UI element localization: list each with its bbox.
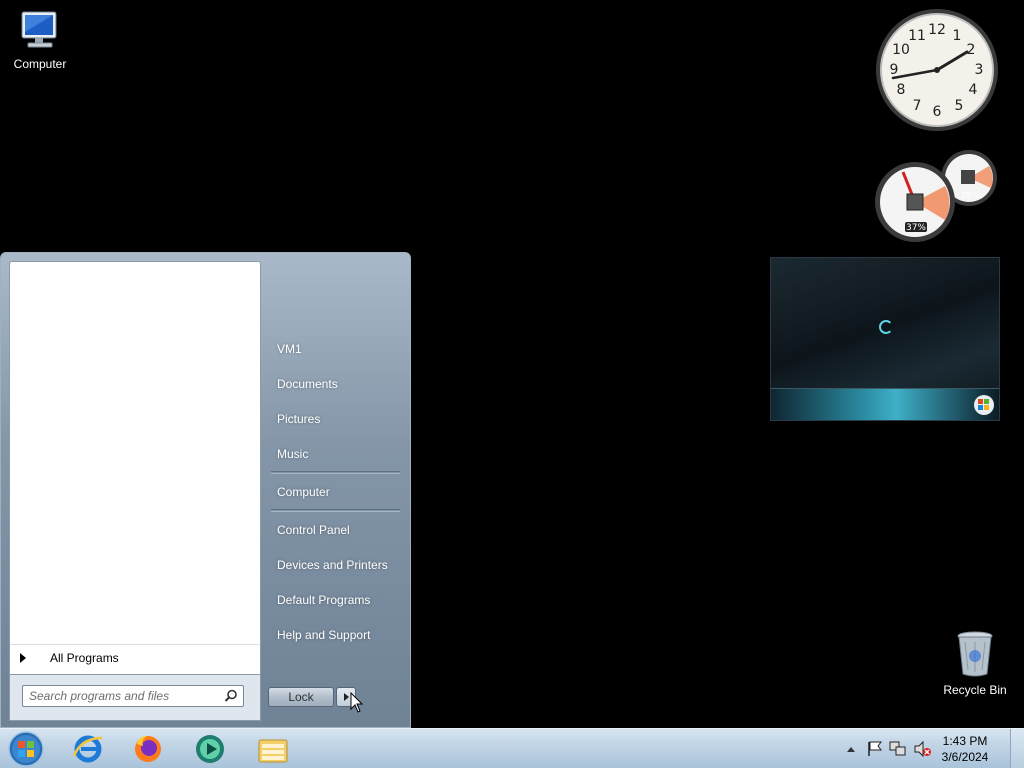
taskbar-time: 1:43 PM xyxy=(942,734,988,748)
start-item-label: VM1 xyxy=(277,341,302,356)
search-area: Search programs and files xyxy=(9,675,261,721)
start-item-label: Default Programs xyxy=(277,592,371,607)
lock-label: Lock xyxy=(288,690,314,704)
desktop-icon-recycle-bin[interactable]: Recycle Bin xyxy=(935,630,1015,697)
taskbar: 1:43 PM 3/6/2024 xyxy=(0,728,1024,768)
cpu-icon xyxy=(906,193,924,211)
start-item-label: Control Panel xyxy=(277,522,350,537)
search-icon xyxy=(224,689,237,702)
start-item-pictures[interactable]: Pictures xyxy=(263,401,408,436)
search-placeholder: Search programs and files xyxy=(29,689,170,703)
clock-number: 5 xyxy=(955,98,964,114)
clock-gadget[interactable]: 12 1 2 3 4 5 6 7 8 9 10 11 xyxy=(875,8,999,132)
all-programs-label: All Programs xyxy=(50,650,119,665)
slideshow-bar xyxy=(771,388,999,420)
media-app-icon[interactable] xyxy=(193,732,227,766)
memory-percent: 39% xyxy=(960,191,980,201)
desktop-icon-label: Computer xyxy=(13,57,67,71)
start-item-devices-printers[interactable]: Devices and Printers xyxy=(263,547,408,582)
slideshow-gadget[interactable] xyxy=(770,257,1000,421)
clock-number: 10 xyxy=(892,42,910,58)
chevron-right-icon xyxy=(20,652,26,663)
clock-number: 1 xyxy=(953,28,962,44)
clock-number: 2 xyxy=(967,42,976,58)
action-center-flag-icon[interactable] xyxy=(866,740,884,758)
start-item-help-support[interactable]: Help and Support xyxy=(263,617,408,652)
start-item-computer[interactable]: Computer xyxy=(263,474,408,509)
firefox-icon[interactable] xyxy=(131,732,165,766)
taskbar-date: 3/6/2024 xyxy=(941,750,989,764)
start-item-label: Computer xyxy=(277,484,330,499)
volume-muted-icon[interactable] xyxy=(913,740,931,758)
start-button[interactable] xyxy=(6,730,46,768)
start-item-music[interactable]: Music xyxy=(263,436,408,471)
start-item-vm1[interactable]: VM1 xyxy=(263,331,408,366)
cpu-meter-gadget[interactable]: 39% 37% xyxy=(873,148,1003,244)
start-item-default-programs[interactable]: Default Programs xyxy=(263,582,408,617)
computer-icon xyxy=(21,11,57,48)
recycle-bin-icon xyxy=(957,631,993,677)
desktop-icon-label: Recycle Bin xyxy=(943,683,1007,697)
start-item-label: Devices and Printers xyxy=(277,557,388,572)
show-desktop-button[interactable] xyxy=(1010,729,1024,768)
windows-logo-icon xyxy=(18,741,25,748)
lock-button[interactable]: Lock xyxy=(268,687,334,707)
start-item-label: Help and Support xyxy=(277,627,371,642)
start-item-label: Music xyxy=(277,446,309,461)
clock-number: 6 xyxy=(933,104,942,120)
clock-number: 12 xyxy=(928,22,946,38)
chevron-right-icon xyxy=(343,693,349,701)
clock-number: 4 xyxy=(969,82,978,98)
memory-icon xyxy=(961,170,975,184)
network-icon[interactable] xyxy=(889,740,907,758)
clock-number: 9 xyxy=(890,62,899,78)
show-hidden-icons-button[interactable] xyxy=(844,729,858,768)
all-programs-button[interactable]: All Programs xyxy=(10,644,260,670)
search-input[interactable]: Search programs and files xyxy=(22,685,244,707)
start-item-control-panel[interactable]: Control Panel xyxy=(263,512,408,547)
clock-number: 11 xyxy=(908,28,926,44)
clock-number: 7 xyxy=(913,98,922,114)
start-menu-right-column: VM1 Documents Pictures Music Computer Co… xyxy=(263,331,408,652)
start-item-label: Documents xyxy=(277,376,338,391)
start-item-documents[interactable]: Documents xyxy=(263,366,408,401)
windows-explorer-icon[interactable] xyxy=(256,732,290,766)
internet-explorer-icon[interactable] xyxy=(71,732,105,766)
loading-spinner-icon xyxy=(879,320,893,334)
windows-logo-icon xyxy=(974,395,994,415)
start-menu: All Programs Search programs and files V… xyxy=(0,252,411,728)
cpu-percent: 37% xyxy=(906,223,926,233)
desktop-icon-computer[interactable]: Computer xyxy=(0,8,80,71)
start-item-label: Pictures xyxy=(277,411,321,426)
taskbar-clock[interactable]: 1:43 PM 3/6/2024 xyxy=(930,733,1000,765)
programs-list: All Programs xyxy=(9,261,261,675)
clock-number: 3 xyxy=(975,62,984,78)
clock-number: 8 xyxy=(897,82,906,98)
mouse-cursor-icon xyxy=(350,692,364,713)
